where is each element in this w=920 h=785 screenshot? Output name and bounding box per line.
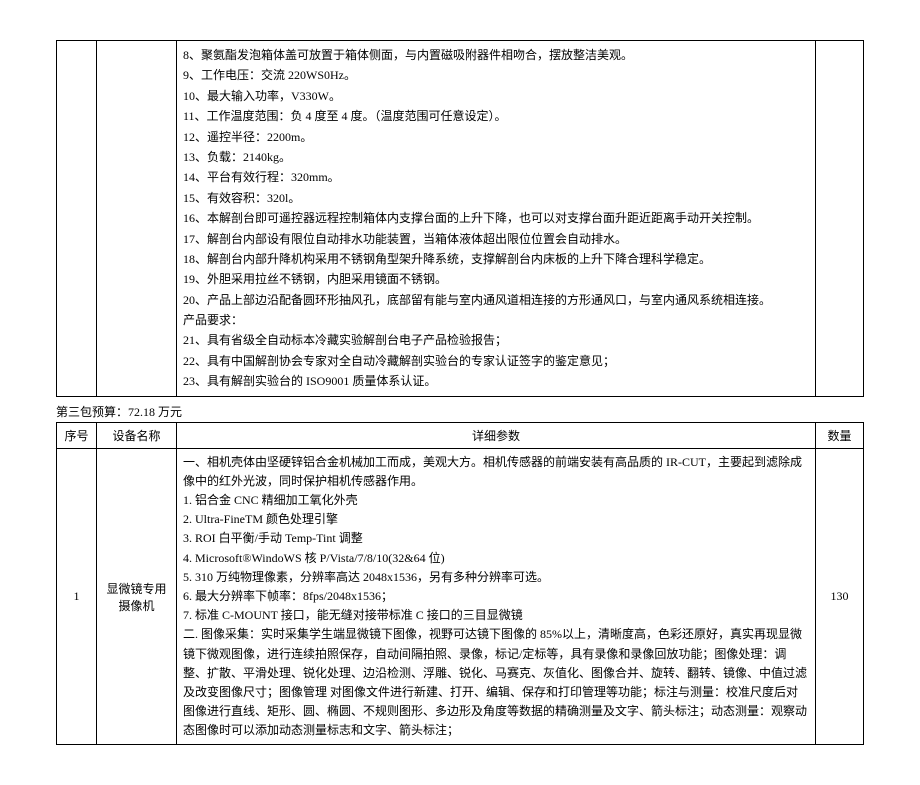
spec-line: 19、外胆采用拉丝不锈钢，内胆采用镜面不锈钢。 <box>183 269 809 289</box>
spec-line: 11、工作温度范围：负 4 度至 4 度。（温度范围可任意设定）。 <box>183 106 809 126</box>
row-name: 显微镜专用摄像机 <box>97 448 177 745</box>
spec-line: 21、具有省级全自动标本冷藏实验解剖台电子产品检验报告； <box>183 330 809 350</box>
spec-line: 产品要求： <box>183 310 809 330</box>
row-spec: 一、相机壳体由坚硬锌铝合金机械加工而成，美观大方。相机传感器的前端安装有高品质的… <box>177 448 816 745</box>
top-spec-cell: 8、聚氨酯发泡箱体盖可放置于箱体侧面，与内置磁吸附器件相吻合，摆放整洁美观。 9… <box>177 41 816 397</box>
spec-line: 6. 最大分辨率下帧率：8fps/2048x1536； <box>183 587 809 606</box>
spec-continuation-table: 8、聚氨酯发泡箱体盖可放置于箱体侧面，与内置磁吸附器件相吻合，摆放整洁美观。 9… <box>56 40 864 397</box>
spec-line: 18、解剖台内部升降机构采用不锈钢角型架升降系统，支撑解剖台内床板的上升下降合理… <box>183 249 809 269</box>
spec-line: 12、遥控半径：2200m。 <box>183 127 809 147</box>
spec-line: 13、负载：2140kg。 <box>183 147 809 167</box>
table-row: 1 显微镜专用摄像机 一、相机壳体由坚硬锌铝合金机械加工而成，美观大方。相机传感… <box>57 448 864 745</box>
budget-line: 第三包预算：72.18 万元 <box>56 403 864 420</box>
spec-line: 4. Microsoft®WindoWS 核 P/Vista/7/8/10(32… <box>183 549 809 568</box>
header-row: 序号 设备名称 详细参数 数量 <box>57 422 864 448</box>
header-spec: 详细参数 <box>177 422 816 448</box>
spec-line: 2. Ultra-FineTM 颜色处理引擎 <box>183 510 809 529</box>
empty-qty-cell <box>816 41 864 397</box>
header-name: 设备名称 <box>97 422 177 448</box>
row-qty: 130 <box>816 448 864 745</box>
spec-line: 10、最大输入功率，V330W。 <box>183 86 809 106</box>
spec-line: 20、产品上部边沿配备圆环形抽风孔，底部留有能与室内通风道相连接的方形通风口，与… <box>183 290 809 310</box>
spec-line: 7. 标准 C-MOUNT 接口，能无缝对接带标准 C 接口的三目显微镜 <box>183 606 809 625</box>
spec-line: 1. 铝合金 CNC 精细加工氧化外壳 <box>183 491 809 510</box>
header-index: 序号 <box>57 422 97 448</box>
header-qty: 数量 <box>816 422 864 448</box>
spec-line: 15、有效容积：320l。 <box>183 188 809 208</box>
spec-line: 8、聚氨酯发泡箱体盖可放置于箱体侧面，与内置磁吸附器件相吻合，摆放整洁美观。 <box>183 45 809 65</box>
spec-line: 14、平台有效行程：320mm。 <box>183 167 809 187</box>
spec-line: 17、解剖台内部设有限位自动排水功能装置，当箱体液体超出限位位置会自动排水。 <box>183 229 809 249</box>
spec-line: 3. ROI 白平衡/手动 Temp-Tint 调整 <box>183 529 809 548</box>
empty-index-cell <box>57 41 97 397</box>
spec-line: 5. 310 万纯物理像素，分辨率高达 2048x1536，另有多种分辨率可选。 <box>183 568 809 587</box>
spec-line: 9、工作电压：交流 220WS0Hz。 <box>183 65 809 85</box>
spec-line: 一、相机壳体由坚硬锌铝合金机械加工而成，美观大方。相机传感器的前端安装有高品质的… <box>183 453 809 491</box>
spec-line: 22、具有中国解剖协会专家对全自动冷藏解剖实验台的专家认证签字的鉴定意见； <box>183 351 809 371</box>
empty-name-cell <box>97 41 177 397</box>
row-index: 1 <box>57 448 97 745</box>
spec-line: 二. 图像采集：实时采集学生端显微镜下图像，视野可达镜下图像的 85%以上，清晰… <box>183 625 809 740</box>
spec-line: 23、具有解剖实验台的 ISO9001 质量体系认证。 <box>183 371 809 391</box>
spec-line: 16、本解剖台即可遥控器远程控制箱体内支撑台面的上升下降，也可以对支撑台面升距近… <box>183 208 809 228</box>
package3-table: 序号 设备名称 详细参数 数量 1 显微镜专用摄像机 一、相机壳体由坚硬锌铝合金… <box>56 422 864 746</box>
